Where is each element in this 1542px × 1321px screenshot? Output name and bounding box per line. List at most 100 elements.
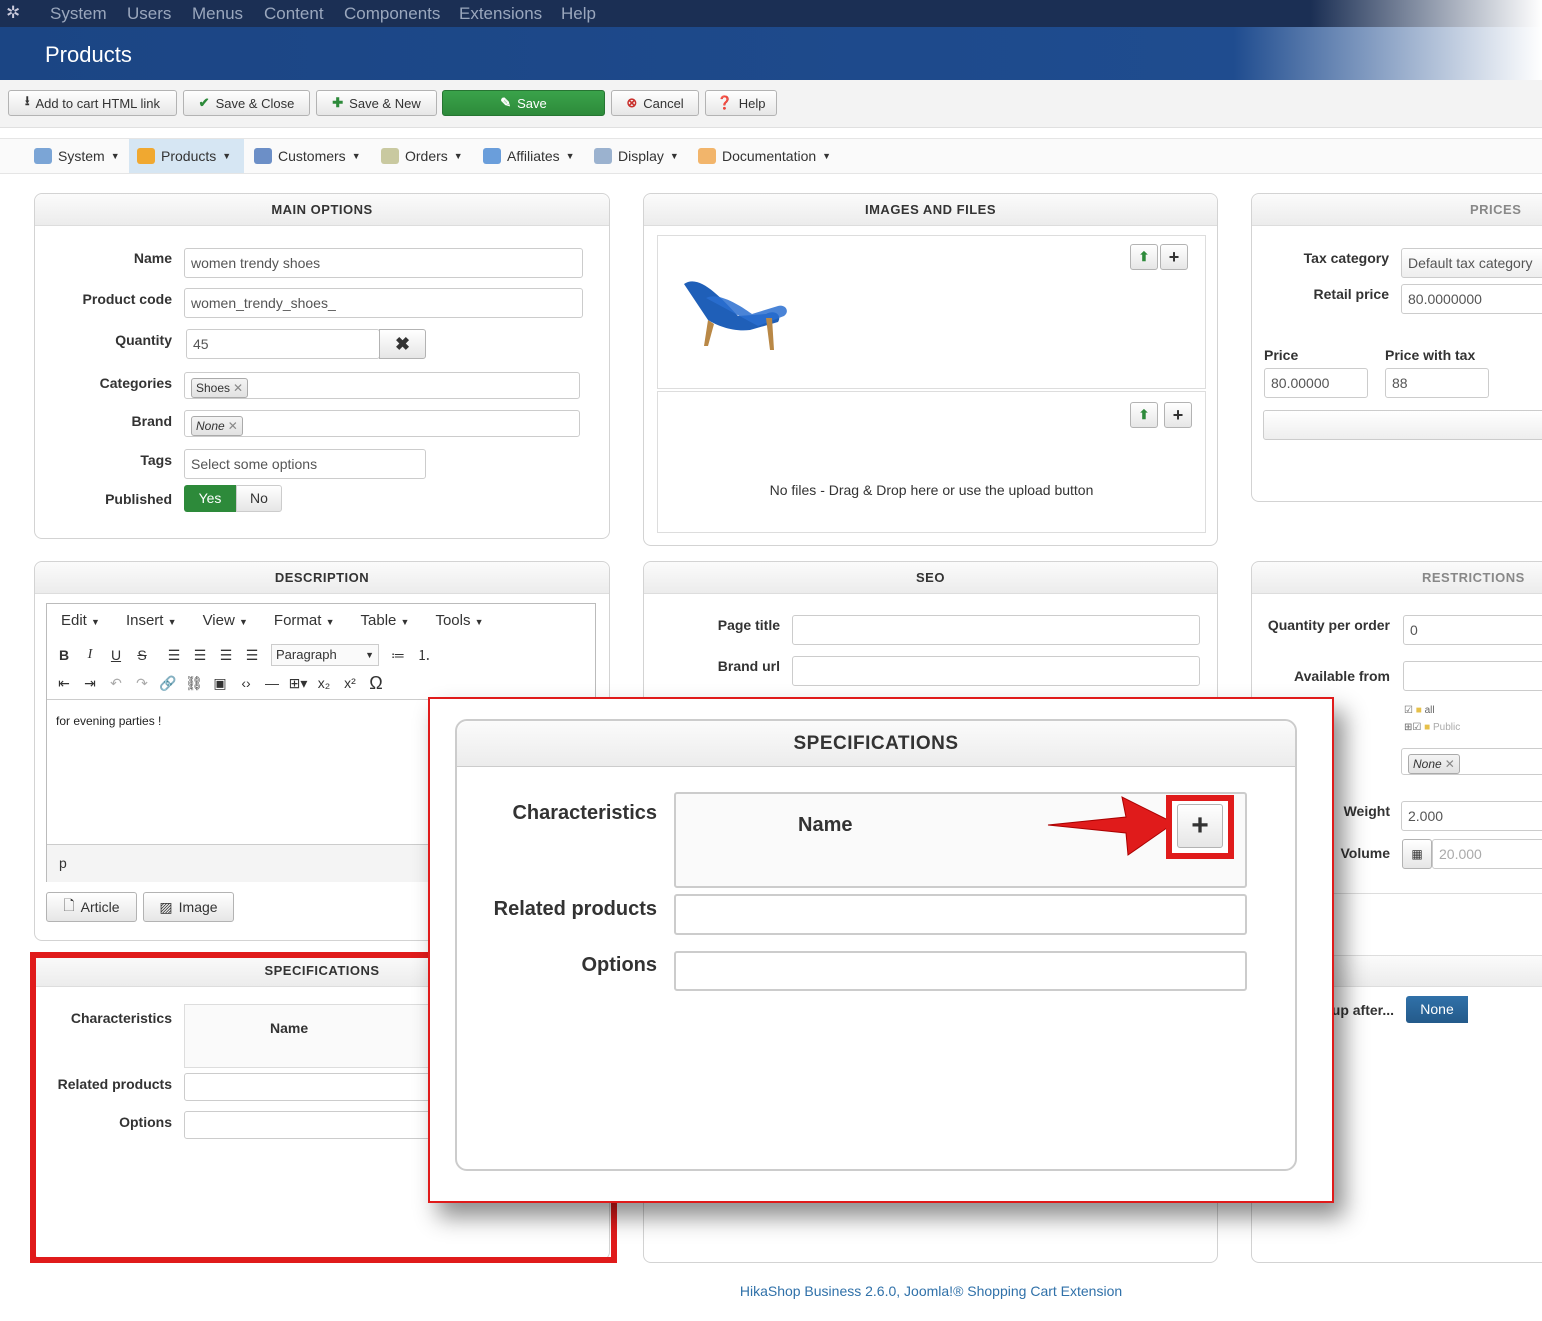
add-price-button[interactable]	[1263, 410, 1542, 440]
access-all-node[interactable]: ☑ ■ all	[1404, 705, 1460, 716]
nav-system[interactable]: System ▼	[26, 139, 128, 173]
menu-components[interactable]: Components	[344, 4, 440, 24]
remove-icon[interactable]: ✕	[1445, 757, 1455, 771]
bullet-list-icon[interactable]: ≔	[385, 644, 411, 666]
price-input[interactable]: 80.00000	[1264, 368, 1368, 398]
remove-icon[interactable]: ✕	[228, 419, 238, 433]
nav-display[interactable]: Display ▼	[586, 139, 687, 173]
table-icon[interactable]: ⊞▾	[285, 672, 311, 694]
nav-products[interactable]: Products ▼	[129, 139, 244, 173]
editor-menu-insert[interactable]: Insert ▼	[126, 612, 177, 629]
nav-customers[interactable]: Customers ▼	[246, 139, 369, 173]
brand-input[interactable]: None ✕	[184, 410, 580, 437]
quantity-per-order-input[interactable]: 0	[1403, 615, 1542, 645]
horizontal-rule-icon[interactable]: —	[259, 672, 285, 694]
editor-menu-table[interactable]: Table ▼	[361, 612, 410, 629]
retail-price-input[interactable]: 80.0000000	[1401, 284, 1542, 314]
insert-image-button[interactable]: ▨ Image	[143, 892, 234, 922]
align-left-icon[interactable]: ☰	[161, 644, 187, 666]
save-button[interactable]: ✎ Save	[442, 90, 605, 116]
tax-category-select[interactable]: Default tax category	[1401, 248, 1542, 278]
weight-input[interactable]: 2.000	[1401, 801, 1542, 831]
undo-icon[interactable]: ↶	[103, 672, 129, 694]
cancel-button[interactable]: ⊗ Cancel	[611, 90, 699, 116]
related-products-input-zoomed[interactable]	[674, 894, 1247, 935]
link-icon[interactable]: 🔗	[155, 672, 181, 694]
nav-affiliates[interactable]: Affiliates ▼	[475, 139, 583, 173]
image-icon[interactable]: ▣	[207, 672, 233, 694]
footer-link[interactable]: HikaShop Business 2.6.0, Joomla!® Shoppi…	[0, 1283, 1542, 1299]
categories-input[interactable]: Shoes ✕	[184, 372, 580, 399]
editor-content[interactable]: for evening parties !	[56, 714, 161, 728]
access-public-node[interactable]: ⊞☑ ■ Public	[1404, 722, 1460, 733]
product-image-shoes[interactable]	[678, 254, 788, 364]
menu-extensions[interactable]: Extensions	[459, 4, 542, 24]
menu-content[interactable]: Content	[264, 4, 324, 24]
clear-quantity-button[interactable]: ✖	[379, 329, 426, 359]
outdent-icon[interactable]: ⇤	[51, 672, 77, 694]
brand-url-input[interactable]	[792, 656, 1200, 686]
category-tag[interactable]: Shoes ✕	[191, 378, 249, 398]
align-justify-icon[interactable]: ☰	[239, 644, 265, 666]
insert-article-button[interactable]: 🗋 Article	[46, 892, 137, 922]
add-image-button[interactable]: +	[1160, 244, 1188, 270]
bold-icon[interactable]: B	[51, 644, 77, 666]
volume-dimensions-button[interactable]: ▦	[1402, 839, 1432, 869]
underline-icon[interactable]: U	[103, 644, 129, 666]
menu-help[interactable]: Help	[561, 4, 596, 24]
help-button[interactable]: ❓ Help	[705, 90, 777, 116]
available-from-input[interactable]	[1403, 661, 1542, 691]
product-code-input[interactable]: women_trendy_shoes_	[184, 288, 583, 318]
images-dropzone[interactable]: ⬆ +	[657, 235, 1206, 389]
menu-system[interactable]: System	[50, 4, 107, 24]
name-input[interactable]: women trendy shoes	[184, 248, 583, 278]
none-toggle-button[interactable]: None	[1406, 996, 1468, 1023]
page-title-input[interactable]	[792, 615, 1200, 645]
tags-input[interactable]: Select some options	[184, 449, 426, 479]
align-right-icon[interactable]: ☰	[213, 644, 239, 666]
superscript-icon[interactable]: x²	[337, 672, 363, 694]
options-input-zoomed[interactable]	[674, 951, 1247, 991]
brand-tag[interactable]: None ✕	[191, 416, 243, 436]
name-label: Name	[133, 250, 172, 266]
panel-title: PRICES	[1252, 194, 1542, 226]
editor-menu-view[interactable]: View ▼	[203, 612, 248, 629]
files-dropzone[interactable]: ⬆ + No files - Drag & Drop here or use t…	[657, 391, 1206, 533]
volume-input[interactable]: 20.000	[1432, 839, 1542, 869]
save-new-button[interactable]: ✚ Save & New	[316, 90, 437, 116]
align-center-icon[interactable]: ☰	[187, 644, 213, 666]
add-characteristic-button[interactable]: +	[1177, 804, 1223, 848]
save-close-button[interactable]: ✔ Save & Close	[183, 90, 310, 116]
redo-icon[interactable]: ↷	[129, 672, 155, 694]
published-no-button[interactable]: No	[236, 485, 282, 512]
strikethrough-icon[interactable]: S	[129, 644, 155, 666]
nav-documentation[interactable]: Documentation ▼	[690, 139, 839, 173]
upload-image-button[interactable]: ⬆	[1130, 244, 1158, 270]
add-file-button[interactable]: +	[1164, 402, 1192, 428]
add-to-cart-link-button[interactable]: ⭳ Add to cart HTML link	[8, 90, 177, 116]
format-select[interactable]: Paragraph ▼	[271, 644, 379, 666]
numbered-list-icon[interactable]: ⒈	[411, 644, 437, 666]
menu-menus[interactable]: Menus	[192, 4, 243, 24]
editor-menu-tools[interactable]: Tools ▼	[435, 612, 483, 629]
special-char-icon[interactable]: Ω	[363, 672, 389, 694]
editor-menu-edit[interactable]: Edit ▼	[61, 612, 100, 629]
code-icon[interactable]: ‹›	[233, 672, 259, 694]
warehouse-input[interactable]: None ✕	[1401, 748, 1542, 775]
price-with-tax-input[interactable]: 88	[1385, 368, 1489, 398]
quantity-input[interactable]: 45	[186, 329, 380, 359]
warehouse-tag[interactable]: None ✕	[1408, 754, 1460, 774]
joomla-logo-icon[interactable]: ✲	[6, 3, 20, 23]
nav-orders[interactable]: Orders ▼	[373, 139, 471, 173]
editor-menu-format[interactable]: Format ▼	[274, 612, 335, 629]
unlink-icon[interactable]: ⛓	[181, 672, 207, 694]
subscript-icon[interactable]: x₂	[311, 672, 337, 694]
published-yes-button[interactable]: Yes	[184, 485, 236, 512]
remove-icon[interactable]: ✕	[233, 381, 243, 395]
indent-icon[interactable]: ⇥	[77, 672, 103, 694]
menu-users[interactable]: Users	[127, 4, 171, 24]
italic-icon[interactable]: I	[77, 644, 103, 666]
upload-file-button[interactable]: ⬆	[1130, 402, 1158, 428]
cancel-icon: ⊗	[626, 95, 638, 110]
panel-title: RESTRICTIONS	[1252, 562, 1542, 594]
